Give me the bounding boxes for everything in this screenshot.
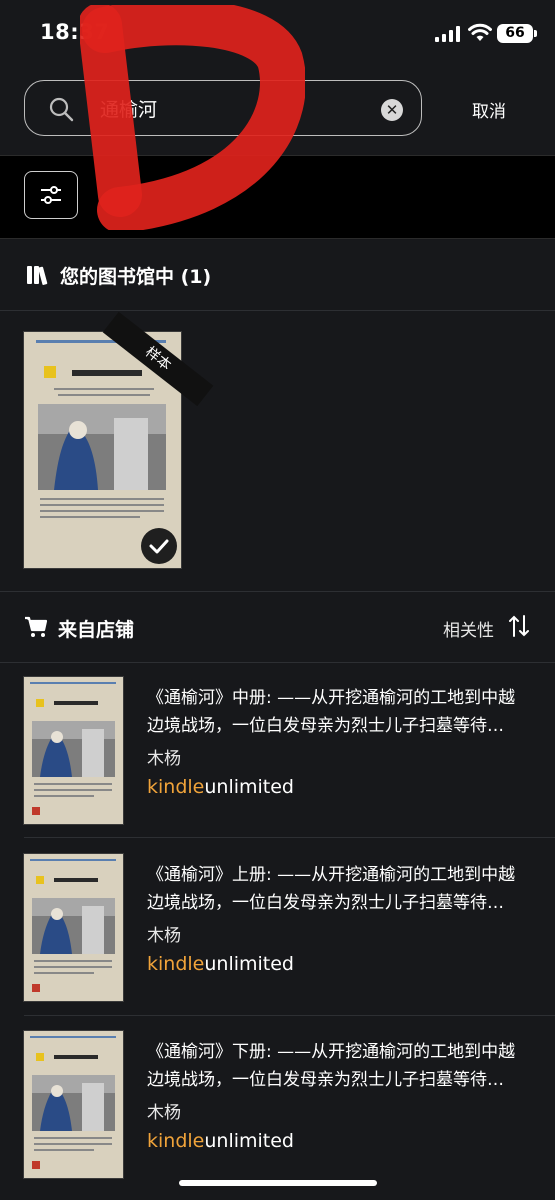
kindle-unlimited-badge: kindleunlimited bbox=[147, 776, 294, 798]
battery-tip bbox=[534, 30, 537, 37]
book-cover-art bbox=[24, 677, 123, 824]
cart-icon bbox=[25, 616, 48, 637]
cellular-signal-icon bbox=[435, 26, 460, 42]
home-indicator[interactable] bbox=[179, 1180, 377, 1186]
result-title[interactable]: 《通榆河》上册: ——从开挖通榆河的工地到中越边境战场，一位白发母亲为烈士儿子扫… bbox=[147, 861, 532, 917]
ku-unlimited-text: unlimited bbox=[204, 1130, 294, 1152]
result-author: 木杨 bbox=[147, 749, 181, 769]
cancel-button[interactable]: 取消 bbox=[472, 97, 506, 122]
store-heading: 来自店铺 bbox=[58, 619, 135, 641]
checkmark-icon bbox=[149, 539, 169, 554]
battery-indicator: 66 bbox=[497, 24, 533, 43]
result-title[interactable]: 《通榆河》下册: ——从开挖通榆河的工地到中越边境战场，一位白发母亲为烈士儿子扫… bbox=[147, 1038, 532, 1094]
ku-unlimited-text: unlimited bbox=[204, 953, 294, 975]
result-book-cover[interactable] bbox=[24, 677, 123, 824]
result-title[interactable]: 《通榆河》中册: ——从开挖通榆河的工地到中越边境战场，一位白发母亲为烈士儿子扫… bbox=[147, 684, 532, 740]
result-book-cover[interactable] bbox=[24, 1031, 123, 1178]
clear-search-icon[interactable]: ✕ bbox=[381, 99, 403, 121]
library-heading: 您的图书馆中 (1) bbox=[60, 266, 212, 288]
sliders-icon bbox=[41, 186, 61, 204]
result-book-cover[interactable] bbox=[24, 854, 123, 1001]
red-scribble-annotation bbox=[80, 5, 305, 230]
divider bbox=[0, 662, 555, 663]
ku-unlimited-text: unlimited bbox=[204, 776, 294, 798]
ku-kindle-text: kindle bbox=[147, 1130, 205, 1152]
downloaded-badge bbox=[141, 528, 177, 564]
result-author: 木杨 bbox=[147, 926, 181, 946]
divider bbox=[24, 837, 555, 838]
book-cover-art bbox=[24, 1031, 123, 1178]
search-icon bbox=[49, 97, 74, 122]
kindle-unlimited-badge: kindleunlimited bbox=[147, 1130, 294, 1152]
library-icon bbox=[27, 266, 48, 285]
wifi-icon bbox=[468, 23, 492, 41]
result-author: 木杨 bbox=[147, 1103, 181, 1123]
kindle-unlimited-badge: kindleunlimited bbox=[147, 953, 294, 975]
book-cover-art bbox=[24, 854, 123, 1001]
ku-kindle-text: kindle bbox=[147, 776, 205, 798]
ku-kindle-text: kindle bbox=[147, 953, 205, 975]
divider bbox=[0, 310, 555, 311]
divider bbox=[0, 591, 555, 592]
divider bbox=[24, 1015, 555, 1016]
sort-label[interactable]: 相关性 bbox=[443, 616, 494, 641]
sort-icon[interactable] bbox=[508, 614, 530, 638]
